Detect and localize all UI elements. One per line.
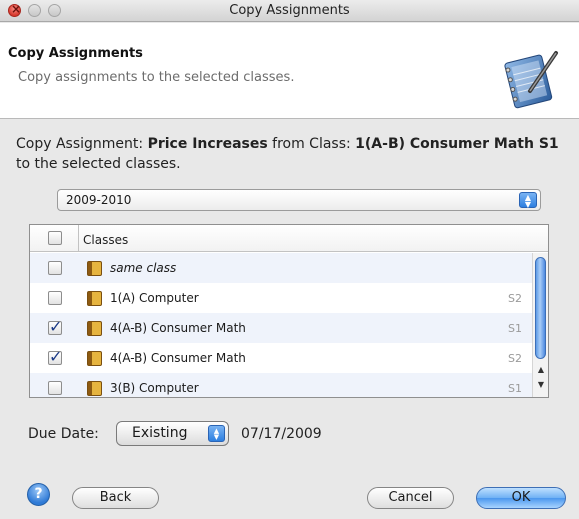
- school-year-value: 2009-2010: [66, 193, 132, 207]
- school-year-select[interactable]: 2009-2010 ▲ ▼: [57, 189, 541, 211]
- class-checkbox[interactable]: [48, 347, 62, 366]
- class-name: 4(A-B) Consumer Math: [110, 321, 246, 335]
- classes-table: Classes same class1(A) ComputerS24(A-B) …: [29, 224, 549, 398]
- table-row[interactable]: same class: [30, 253, 548, 283]
- class-term: S2: [508, 292, 522, 305]
- notebook-pen-icon: [504, 51, 558, 109]
- help-button[interactable]: ?: [27, 483, 50, 506]
- scroll-down-arrow-icon[interactable]: ▼: [535, 380, 547, 393]
- ok-button[interactable]: OK: [476, 487, 566, 509]
- updown-arrows-icon: ▲ ▼: [519, 192, 537, 209]
- classes-column-header[interactable]: Classes: [83, 233, 128, 247]
- window-title: Copy Assignments: [229, 3, 350, 18]
- class-term: S1: [508, 322, 522, 335]
- due-date-label: Due Date:: [28, 426, 99, 442]
- assignment-name: Price Increases: [147, 136, 268, 152]
- copy-description: Copy Assignment: Price Increases from Cl…: [16, 134, 572, 174]
- column-separator: [78, 225, 79, 252]
- class-name: 1(A) Computer: [110, 291, 199, 305]
- class-name: 3(B) Computer: [110, 381, 199, 395]
- back-button[interactable]: Back: [72, 487, 159, 509]
- due-date-mode-select[interactable]: Existing ▲ ▼: [116, 421, 229, 446]
- class-term: S1: [508, 382, 522, 395]
- scroll-up-arrow-icon[interactable]: ▲: [535, 365, 547, 378]
- dialog-header: Copy Assignments Copy assignments to the…: [0, 23, 579, 119]
- updown-arrows-icon: ▲ ▼: [208, 425, 225, 442]
- table-row[interactable]: 4(A-B) Consumer Math S1: [30, 313, 548, 343]
- table-row[interactable]: 4(A-B) Consumer Math S2: [30, 343, 548, 373]
- header-title: Copy Assignments: [8, 46, 143, 61]
- due-date-value: 07/17/2009: [241, 426, 322, 442]
- title-bar[interactable]: Copy Assignments: [0, 0, 579, 22]
- source-class-name: 1(A-B) Consumer Math S1: [355, 136, 559, 152]
- class-folder-icon: [87, 381, 102, 396]
- select-all-checkbox[interactable]: [48, 231, 62, 245]
- class-checkbox[interactable]: [48, 317, 62, 336]
- description-middle: from Class:: [267, 136, 356, 152]
- table-scrollbar[interactable]: ▲ ▼: [532, 253, 548, 397]
- description-prefix: Copy Assignment:: [16, 136, 148, 152]
- class-folder-icon: [87, 351, 102, 366]
- class-checkbox[interactable]: [48, 261, 62, 275]
- scrollbar-thumb[interactable]: [535, 257, 546, 359]
- header-subtitle: Copy assignments to the selected classes…: [18, 70, 295, 85]
- cancel-button[interactable]: Cancel: [367, 487, 454, 509]
- description-suffix: to the selected classes.: [16, 156, 181, 172]
- class-folder-icon: [87, 321, 102, 336]
- copy-assignments-dialog: Copy Assignments Copy Assignments Copy a…: [0, 0, 579, 519]
- class-name: same class: [110, 261, 177, 275]
- table-header: Classes: [30, 225, 548, 252]
- class-folder-icon: [87, 291, 102, 306]
- class-term: S2: [508, 352, 522, 365]
- due-date-mode-value: Existing: [132, 425, 188, 441]
- table-row[interactable]: 3(B) Computer S1: [30, 373, 548, 397]
- class-folder-icon: [87, 261, 102, 276]
- class-checkbox[interactable]: [48, 291, 62, 305]
- table-row[interactable]: 1(A) Computer S2: [30, 283, 548, 313]
- class-checkbox[interactable]: [48, 381, 62, 395]
- class-name: 4(A-B) Consumer Math: [110, 351, 246, 365]
